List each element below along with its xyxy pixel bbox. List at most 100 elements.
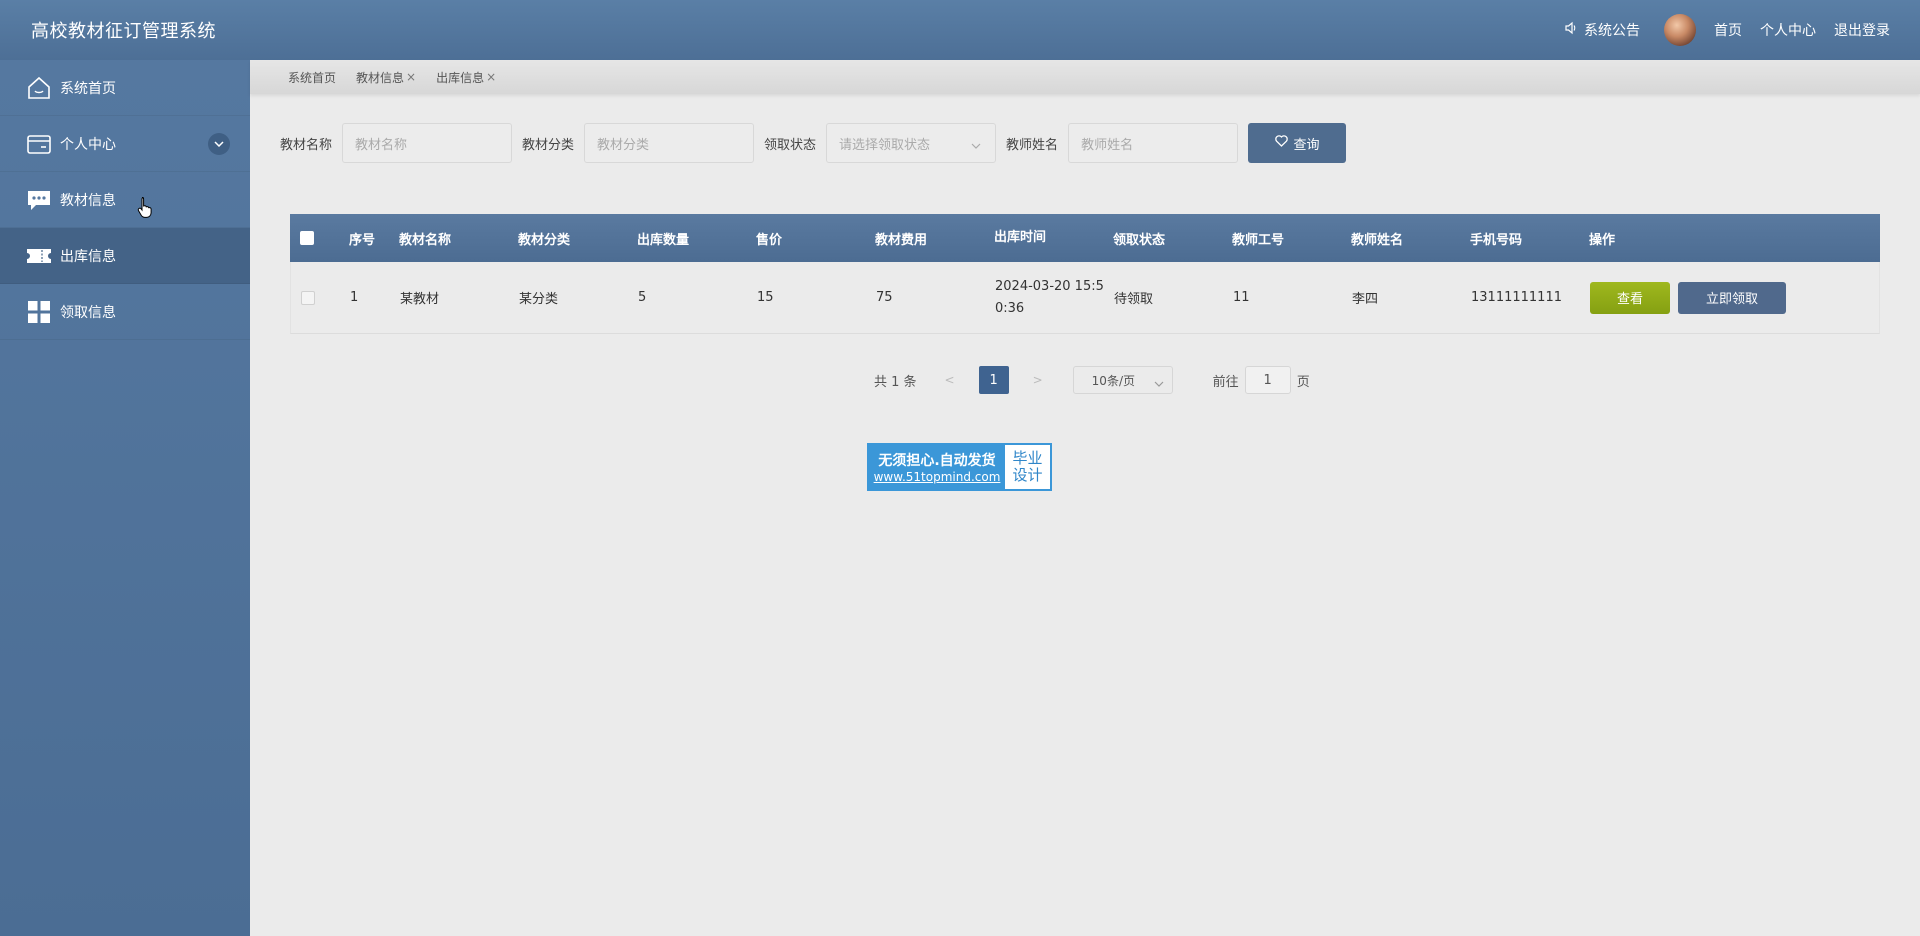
column-header[interactable]: 售价 <box>756 229 875 248</box>
row-fee: 75 <box>876 290 893 305</box>
search-bar: 教材名称 教材名称 教材分类 教材分类 领取状态 请选择领取状态 教师姓名 教师… <box>280 123 1347 163</box>
receive-now-button[interactable]: 立即领取 <box>1678 281 1786 314</box>
ticket-icon <box>26 243 52 269</box>
banner-right: 毕业 设计 <box>1005 445 1050 489</box>
top-header: 高校教材征订管理系统 系统公告 首页 个人中心 退出登录 <box>0 0 1920 60</box>
outbound-table: 序号 教材名称 教材分类 出库数量 售价 教材费用 出库时间 领取状态 教师工号… <box>290 214 1880 334</box>
chevron-down-icon <box>971 138 981 153</box>
column-header[interactable]: 出库数量 <box>637 229 756 248</box>
row-price: 15 <box>757 290 774 305</box>
avatar[interactable] <box>1664 14 1696 46</box>
textbook-category-input[interactable]: 教材分类 <box>584 123 755 163</box>
close-icon[interactable]: × <box>486 70 496 84</box>
sidebar-item-label: 教材信息 <box>60 192 116 209</box>
goto-page-input[interactable]: 1 <box>1244 366 1291 394</box>
tab-label: 教材信息 <box>356 70 405 85</box>
banner-left: 无须担心.自动发货 www.51topmind.com <box>869 445 1005 489</box>
page-size-select[interactable]: 10条/页 <box>1072 366 1173 394</box>
page-number-button[interactable]: 1 <box>978 366 1009 394</box>
hand-cursor-icon <box>137 196 153 222</box>
column-header[interactable]: 教材费用 <box>875 229 994 248</box>
sidebar: 系统首页 个人中心 教材信息 出库信息 领取信息 <box>0 60 250 936</box>
breadcrumb-tabs: 系统首页 教材信息 × 出库信息 × <box>250 60 1920 94</box>
banner-line1: 无须担心.自动发货 <box>878 453 996 469</box>
goto-suffix: 页 <box>1296 374 1310 390</box>
close-icon[interactable]: × <box>406 70 416 84</box>
prev-page-button[interactable]: < <box>945 373 955 387</box>
home-link[interactable]: 首页 <box>1714 20 1742 40</box>
card-icon <box>26 131 52 157</box>
table-header: 序号 教材名称 教材分类 出库数量 售价 教材费用 出库时间 领取状态 教师工号… <box>290 214 1880 262</box>
column-header[interactable]: 教材名称 <box>399 229 518 248</box>
textbook-category-label: 教材分类 <box>522 137 575 153</box>
column-header: 操作 <box>1589 232 1616 248</box>
header-right: 系统公告 首页 个人中心 退出登录 <box>1564 14 1890 46</box>
goto-prefix: 前往 <box>1212 374 1239 390</box>
textbook-name-label: 教材名称 <box>280 137 333 153</box>
app-title: 高校教材征订管理系统 <box>31 21 216 42</box>
row-index: 1 <box>350 290 359 305</box>
textbook-name-input[interactable]: 教材名称 <box>342 123 513 163</box>
sidebar-item-outbound[interactable]: 出库信息 <box>0 228 250 284</box>
row-qty: 5 <box>638 290 647 305</box>
teacher-name-input[interactable]: 教师姓名 <box>1068 123 1239 163</box>
page-size-value: 10条/页 <box>1091 373 1135 388</box>
column-header[interactable]: 领取状态 <box>1113 229 1232 248</box>
total-count: 共 1 条 <box>874 374 917 390</box>
column-header[interactable]: 出库时间 <box>994 227 1113 249</box>
speaker-icon <box>1564 21 1578 39</box>
sidebar-item-label: 出库信息 <box>60 248 116 265</box>
receive-status-select[interactable]: 请选择领取状态 <box>826 123 997 163</box>
tab-label: 出库信息 <box>436 70 485 85</box>
system-notice-label: 系统公告 <box>1584 23 1640 39</box>
sidebar-item-home[interactable]: 系统首页 <box>0 60 250 116</box>
teacher-name-label: 教师姓名 <box>1006 137 1059 153</box>
tab-textbook[interactable]: 教材信息 × <box>356 69 416 86</box>
column-header[interactable]: 手机号码 <box>1470 229 1589 248</box>
receive-status-placeholder: 请选择领取状态 <box>839 137 931 153</box>
tab-home[interactable]: 系统首页 <box>288 69 336 86</box>
home-icon <box>26 75 52 101</box>
profile-link[interactable]: 个人中心 <box>1760 20 1816 40</box>
sidebar-item-label: 系统首页 <box>60 80 116 97</box>
receive-status-label: 领取状态 <box>764 137 817 153</box>
chevron-down-icon <box>1154 376 1164 390</box>
tab-label: 系统首页 <box>288 70 337 85</box>
column-header[interactable]: 教材分类 <box>518 229 637 248</box>
row-actions: 查看 立即领取 <box>1590 281 1840 314</box>
table-row: 1 某教材 某分类 5 15 75 2024-03-20 15:50:36 待领… <box>290 262 1880 334</box>
row-teacher-name: 李四 <box>1352 292 1379 307</box>
row-name: 某教材 <box>400 292 440 307</box>
query-button-label: 查询 <box>1293 137 1320 153</box>
column-header[interactable]: 教师姓名 <box>1351 229 1470 248</box>
row-category: 某分类 <box>519 292 559 307</box>
row-checkbox[interactable] <box>301 290 315 305</box>
row-select-cell <box>291 290 350 305</box>
next-page-button[interactable]: > <box>1033 373 1043 387</box>
sidebar-item-profile[interactable]: 个人中心 <box>0 116 250 172</box>
sidebar-item-textbook[interactable]: 教材信息 <box>0 172 250 228</box>
sidebar-item-label: 领取信息 <box>60 304 116 321</box>
view-button[interactable]: 查看 <box>1590 281 1670 314</box>
banner-side2: 设计 <box>1012 466 1043 484</box>
select-all-checkbox[interactable] <box>300 231 314 245</box>
system-notice-link[interactable]: 系统公告 <box>1564 20 1640 40</box>
column-header[interactable]: 教师工号 <box>1232 229 1351 248</box>
sidebar-item-receive[interactable]: 领取信息 <box>0 284 250 340</box>
row-time: 2024-03-20 15:50:36 <box>995 278 1104 316</box>
row-status: 待领取 <box>1114 292 1154 307</box>
column-header[interactable]: 序号 <box>349 229 399 248</box>
promo-banner[interactable]: 无须担心.自动发货 www.51topmind.com 毕业 设计 <box>867 443 1052 491</box>
heart-icon <box>1274 135 1288 151</box>
chevron-down-icon[interactable] <box>208 133 230 155</box>
grid-icon <box>26 299 52 325</box>
tab-outbound[interactable]: 出库信息 × <box>436 69 496 86</box>
logout-link[interactable]: 退出登录 <box>1834 20 1890 40</box>
banner-line2: www.51topmind.com <box>873 470 1001 484</box>
banner-side1: 毕业 <box>1012 449 1043 467</box>
query-button[interactable]: 查询 <box>1248 123 1347 163</box>
row-phone: 13111111111 <box>1471 290 1562 305</box>
pagination: 共 1 条 < 1 > 10条/页 前往 1 页 <box>874 366 1310 394</box>
sidebar-item-label: 个人中心 <box>60 136 116 153</box>
row-teacher-id: 11 <box>1233 290 1250 305</box>
